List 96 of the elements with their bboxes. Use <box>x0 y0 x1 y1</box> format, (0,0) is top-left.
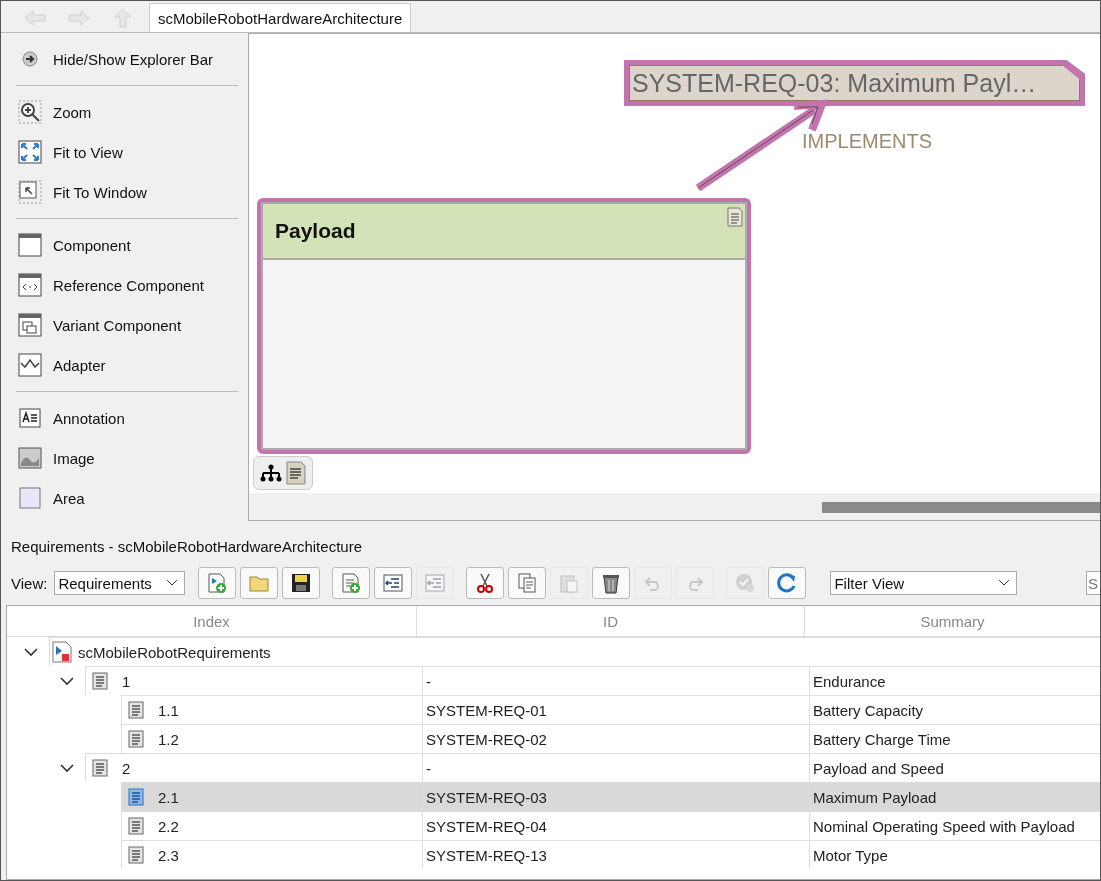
indent-icon <box>424 572 447 594</box>
panel-title: Requirements - scMobileRobotHardwareArchitecture <box>10 538 363 557</box>
scrollbar-thumb[interactable] <box>822 502 1100 513</box>
requirement-set-icon <box>52 641 72 663</box>
summary-cell: Motor Type <box>813 846 888 864</box>
component-icon <box>18 233 42 257</box>
copy-button[interactable] <box>508 567 547 599</box>
area-icon <box>18 486 42 510</box>
index-cell: 1.2 <box>158 730 179 748</box>
document-icon[interactable] <box>286 461 306 485</box>
index-cell: 1.1 <box>158 701 179 719</box>
caret-icon <box>166 579 179 587</box>
table-row[interactable]: scMobileRobotRequirements <box>49 637 1100 666</box>
refresh-button[interactable] <box>768 567 807 599</box>
id-cell: SYSTEM-REQ-04 <box>426 817 547 835</box>
check-circle-icon <box>734 572 757 594</box>
paste-icon <box>558 572 581 594</box>
zoom-icon <box>18 100 42 124</box>
requirement-icon <box>128 730 144 748</box>
save-icon <box>290 572 313 594</box>
addreq-button[interactable] <box>332 567 371 599</box>
index-cell: 2.1 <box>158 788 179 806</box>
caret-icon <box>998 579 1011 587</box>
requirement-icon <box>92 759 108 777</box>
view-dropdown[interactable]: Requirements <box>54 571 186 595</box>
id-cell: SYSTEM-REQ-13 <box>426 846 547 864</box>
id-cell: - <box>426 672 431 690</box>
add-document-icon <box>340 572 363 594</box>
zigzag-icon <box>18 353 42 377</box>
index-cell: 2 <box>122 759 131 777</box>
summary-cell: Endurance <box>813 672 886 690</box>
image-icon <box>18 446 42 470</box>
palette-item[interactable]: Variant Component <box>16 305 238 345</box>
table-row[interactable]: 1 - Endurance <box>85 666 1100 695</box>
summary-cell: Battery Charge Time <box>813 730 951 748</box>
requirement-icon <box>128 846 144 864</box>
save-button[interactable] <box>282 567 321 599</box>
palette-item[interactable]: Area <box>16 478 238 518</box>
palette-item[interactable]: Annotation <box>16 398 238 438</box>
palette-item[interactable]: Fit To Window <box>16 172 238 212</box>
requirement-icon <box>128 788 144 806</box>
document-icon <box>727 207 743 227</box>
palette-item[interactable]: Image <box>16 438 238 478</box>
index-cell: 1 <box>122 672 131 690</box>
payload-component[interactable]: Payload <box>257 198 751 454</box>
requirement-icon <box>92 672 108 690</box>
link-label: IMPLEMENTS <box>802 130 933 153</box>
table-row[interactable]: 1.1 SYSTEM-REQ-01 Battery Capacity <box>121 695 1100 724</box>
search-field[interactable]: S <box>1086 571 1100 595</box>
outdent-icon <box>382 572 405 594</box>
palette-item[interactable]: Adapter <box>16 345 238 385</box>
palette-item[interactable]: Zoom <box>16 92 238 132</box>
variant-component-icon <box>18 313 42 337</box>
requirement-label: SYSTEM-REQ-03: Maximum Payl… <box>632 68 1037 98</box>
requirement-icon <box>128 817 144 835</box>
view-label: View: <box>11 574 48 592</box>
chevron-icon[interactable] <box>60 675 74 686</box>
summary-cell: Payload and Speed <box>813 759 944 777</box>
id-cell: SYSTEM-REQ-03 <box>426 788 547 806</box>
summary-cell: Battery Capacity <box>813 701 924 719</box>
newset-button[interactable] <box>198 567 237 599</box>
column-header[interactable]: Index <box>7 606 417 636</box>
new-file-icon <box>206 572 229 594</box>
id-cell: SYSTEM-REQ-01 <box>426 701 547 719</box>
id-cell: SYSTEM-REQ-02 <box>426 730 547 748</box>
palette-item[interactable]: Hide/Show Explorer Bar <box>16 39 238 79</box>
promote-button[interactable] <box>374 567 413 599</box>
hierarchy-icon[interactable] <box>260 464 282 482</box>
cut-button[interactable] <box>466 567 505 599</box>
reference-component-icon <box>18 273 42 297</box>
summary-cell: Nominal Operating Speed with Payload <box>813 817 1075 835</box>
expand-arrows-icon <box>18 140 42 164</box>
chevron-icon[interactable] <box>60 762 74 773</box>
component-name: Payload <box>275 219 356 243</box>
summary-cell: Maximum Payload <box>813 788 937 806</box>
requirement-icon <box>128 701 144 719</box>
table-row[interactable]: 2.2 SYSTEM-REQ-04 Nominal Operating Speed with Payload <box>121 811 1100 840</box>
column-header[interactable]: ID <box>417 606 805 636</box>
table-row[interactable]: 1.2 SYSTEM-REQ-02 Battery Charge Time <box>121 724 1100 753</box>
requirement-note[interactable]: SYSTEM-REQ-03: Maximum Payl… <box>624 60 1085 106</box>
id-cell: - <box>426 759 431 777</box>
palette-item[interactable]: Component <box>16 225 238 265</box>
table-row[interactable]: 2.3 SYSTEM-REQ-13 Motor Type <box>121 840 1100 869</box>
palette-item[interactable]: Reference Component <box>16 265 238 305</box>
filter-view-dropdown[interactable]: Filter View <box>830 571 1018 595</box>
trash-button[interactable] <box>592 567 631 599</box>
column-header[interactable]: Summary <box>805 606 1100 636</box>
chevron-icon[interactable] <box>24 646 38 657</box>
table-row[interactable]: 2.1 SYSTEM-REQ-03 Maximum Payload <box>121 782 1100 811</box>
annotation-icon <box>18 406 42 430</box>
editor-tab[interactable]: scMobileRobotHardwareArchitecture <box>149 3 412 32</box>
index-cell: 2.2 <box>158 817 179 835</box>
copy-icon <box>516 572 539 594</box>
index-cell: 2.3 <box>158 846 179 864</box>
palette-item[interactable]: Fit to View <box>16 132 238 172</box>
index-cell: scMobileRobotRequirements <box>78 643 271 661</box>
